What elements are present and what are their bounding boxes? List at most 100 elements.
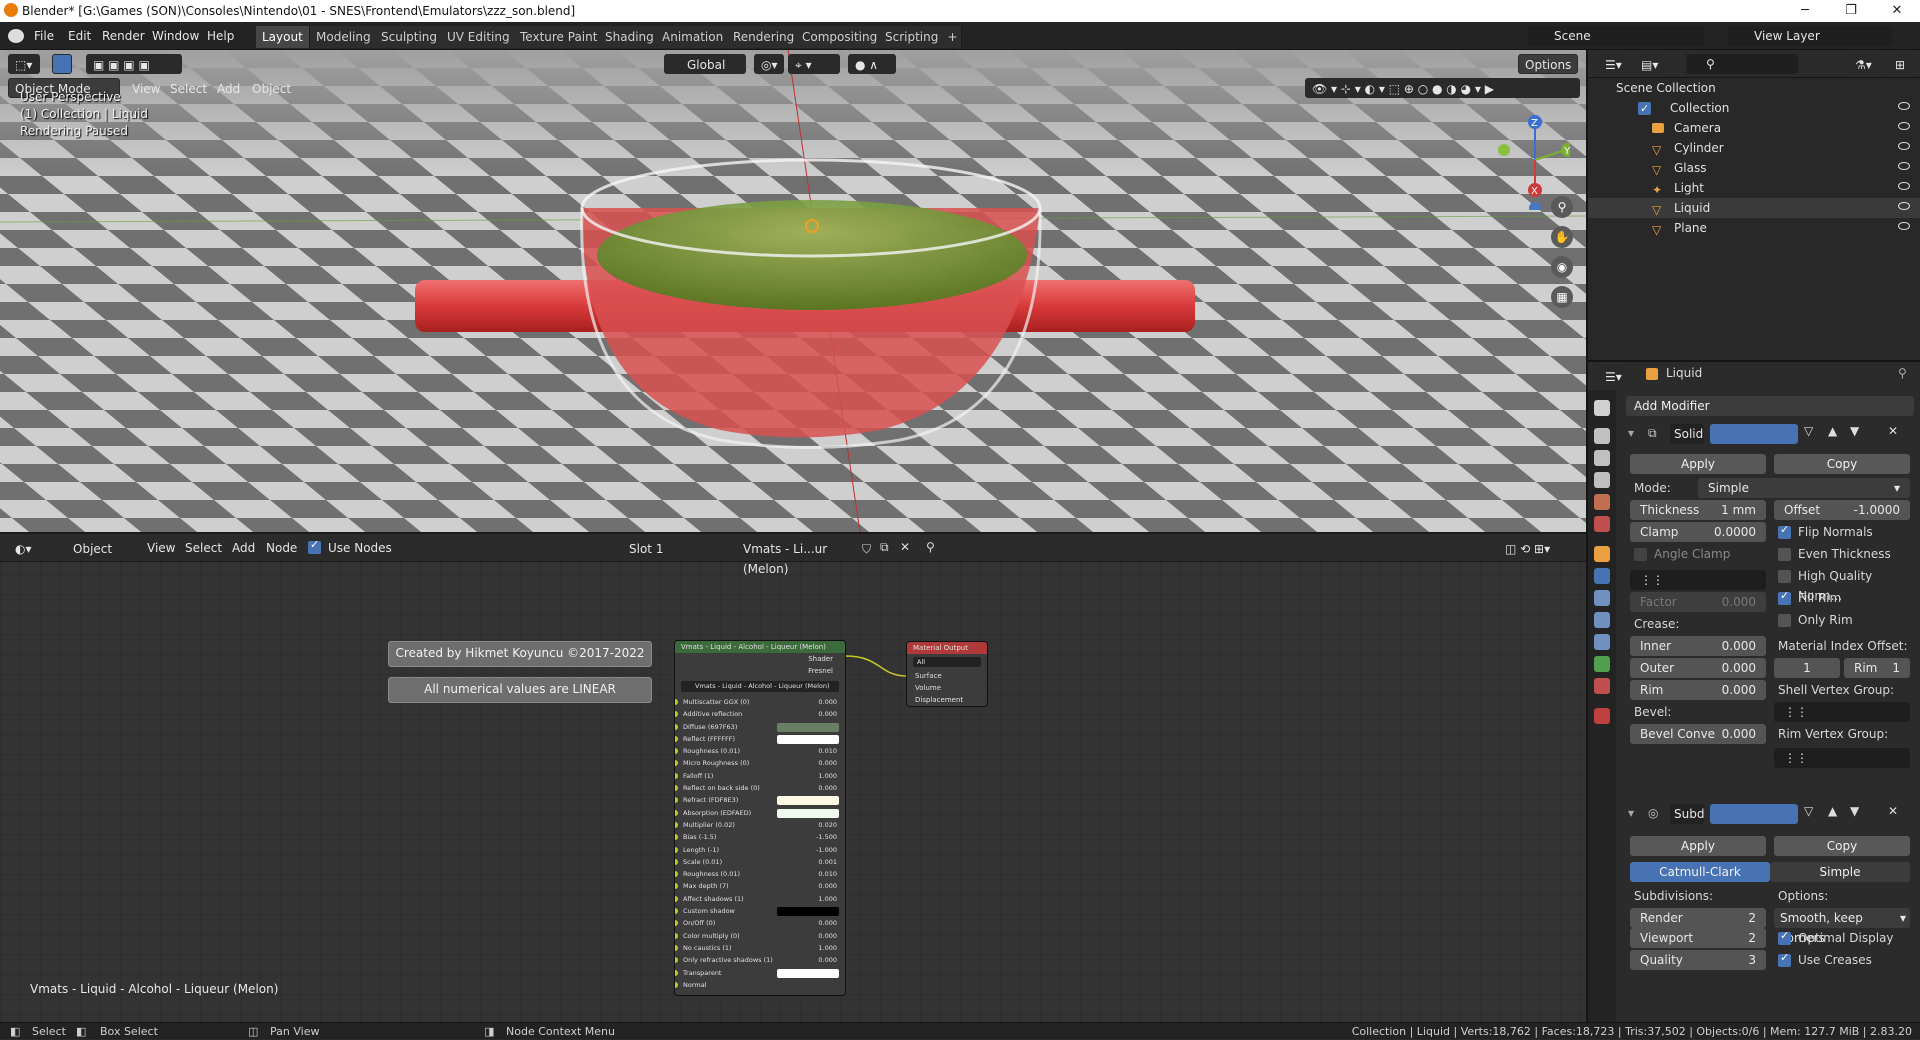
scene-selector[interactable]: Scene — [1528, 26, 1704, 46]
outliner-item-light[interactable]: ✦ Light — [1588, 178, 1920, 198]
node-input-row[interactable]: Transparent — [675, 967, 845, 979]
input-socket[interactable] — [675, 895, 678, 902]
tab-shading[interactable]: Shading — [599, 26, 661, 48]
input-socket[interactable] — [675, 760, 678, 767]
node-input-row[interactable]: Diffuse (697F63) — [675, 721, 845, 733]
data-tab-icon[interactable] — [1594, 656, 1610, 672]
maximize-icon[interactable]: ❐ — [1828, 0, 1874, 22]
node-input-row[interactable]: Scale (0.01) 0.001 — [675, 856, 845, 868]
viewport-menu-view[interactable]: View — [132, 80, 160, 98]
pin-icon[interactable]: ⚲ — [926, 540, 935, 554]
node-input-value[interactable]: 0.000 — [818, 757, 837, 769]
simple-subdivision-button[interactable]: Simple — [1770, 862, 1910, 882]
tab-compositing[interactable]: Compositing — [796, 26, 885, 48]
material-tab-icon[interactable] — [1594, 678, 1610, 694]
inner-crease-field[interactable]: Inner 0.000 — [1630, 636, 1766, 656]
color-swatch[interactable] — [777, 722, 839, 732]
constraints-tab-icon[interactable] — [1594, 634, 1610, 650]
use-nodes-checkbox[interactable] — [308, 538, 321, 554]
node-input-value[interactable]: 0.000 — [818, 930, 837, 942]
material-rim-offset-field[interactable]: Rim 1 — [1844, 658, 1910, 678]
node-input-row[interactable]: Reflect (FFFFFF) — [675, 733, 845, 745]
pan-hand-icon[interactable]: ✋ — [1551, 226, 1573, 248]
properties-editor-type-icon[interactable]: ☰▾ — [1598, 366, 1628, 386]
node-input-row[interactable]: Micro Roughness (0) 0.000 — [675, 757, 845, 769]
view-layer-selector[interactable]: View Layer — [1728, 26, 1892, 46]
subsurf-copy-button[interactable]: Copy — [1774, 836, 1910, 856]
eye-icon[interactable] — [1898, 162, 1910, 170]
outliner[interactable]: ☰▾ ▤▾ ⚲ ⚗▾ ⊞ Scene Collection Collection… — [1586, 50, 1920, 360]
outliner-item-liquid[interactable]: ▽ Liquid — [1588, 198, 1920, 218]
blender-menu-icon[interactable] — [8, 29, 24, 43]
viewport-menu-object[interactable]: Object — [252, 80, 291, 98]
node-input-row[interactable]: Reflect on back side (0) 0.000 — [675, 782, 845, 794]
properties-editor[interactable]: ☰▾ Liquid ⚲ Add Modifier ▾ ⧉ Solid ▽ ▲ ▼… — [1586, 360, 1920, 1024]
input-socket[interactable] — [675, 858, 678, 865]
pivot-icon[interactable]: ◎▾ — [754, 54, 784, 74]
node-input-row[interactable]: Additive reflection 0.000 — [675, 708, 845, 720]
bevel-convex-field[interactable]: Bevel Conve 0.000 — [1630, 724, 1766, 744]
node-input-row[interactable]: Roughness (0.01) 0.010 — [675, 745, 845, 757]
menu-file[interactable]: File — [34, 27, 54, 45]
input-socket[interactable] — [675, 883, 678, 890]
tab-modeling[interactable]: Modeling — [310, 26, 378, 48]
tab-layout[interactable]: Layout — [256, 26, 310, 48]
slot-selector[interactable]: Slot 1 — [622, 538, 700, 558]
zoom-icon[interactable]: ⚲ — [1551, 196, 1573, 218]
viewport-menu-select[interactable]: Select — [170, 80, 207, 98]
tool-tab-icon[interactable] — [1594, 400, 1610, 416]
node-input-value[interactable]: 0.000 — [818, 880, 837, 892]
outliner-collection[interactable]: Collection — [1588, 98, 1920, 119]
node-input-row[interactable]: Multiscatter GGX (0) 0.000 — [675, 696, 845, 708]
remove-modifier-icon[interactable]: ✕ — [1888, 804, 1898, 818]
world-tab-icon[interactable] — [1594, 516, 1610, 532]
move-down-icon[interactable]: ▼ — [1850, 424, 1859, 438]
add-workspace-icon[interactable]: + — [944, 26, 962, 48]
input-socket[interactable] — [675, 797, 678, 804]
close-icon[interactable]: ✕ — [1874, 0, 1920, 22]
eye-icon[interactable] — [1898, 202, 1910, 210]
node-header-right-tools[interactable]: ◫ ⟲ ⊞▾ — [1498, 538, 1578, 558]
node-input-value[interactable]: 0.020 — [818, 819, 837, 831]
output-target-selector[interactable]: All — [913, 657, 981, 667]
eye-icon[interactable] — [1898, 142, 1910, 150]
linear-note-frame[interactable]: All numerical values are LINEAR — [388, 677, 652, 703]
outliner-item-camera[interactable]: Camera — [1588, 118, 1920, 138]
vertex-group-field[interactable]: ⋮⋮ — [1630, 570, 1766, 590]
subsurf-modifier-header[interactable]: ▾ ◎ Subd ▽ ▲ ▼ ✕ — [1628, 802, 1908, 826]
node-input-value[interactable]: 1.000 — [818, 893, 837, 905]
filter-icon[interactable]: ⚗▾ — [1848, 54, 1882, 74]
node-input-row[interactable]: On/Off (0) 0.000 — [675, 917, 845, 929]
scene-tab-icon[interactable] — [1594, 494, 1610, 510]
move-up-icon[interactable]: ▲ — [1828, 804, 1837, 818]
color-swatch[interactable] — [777, 968, 839, 978]
input-socket[interactable] — [675, 846, 678, 853]
new-collection-icon[interactable]: ⊞ — [1890, 54, 1912, 74]
shader-type-selector[interactable]: Object — [46, 538, 132, 558]
input-socket[interactable] — [675, 981, 678, 988]
select-mode-icons[interactable]: ▣ ▣ ▣ ▣ — [86, 54, 182, 74]
node-menu-node[interactable]: Node — [266, 539, 297, 557]
color-swatch[interactable] — [777, 734, 839, 744]
node-input-row[interactable]: Roughness (0.01) 0.010 — [675, 868, 845, 880]
input-socket[interactable] — [675, 772, 678, 779]
node-input-row[interactable]: No caustics (1) 1.000 — [675, 942, 845, 954]
material-offset-field[interactable]: 1 — [1774, 658, 1840, 678]
input-socket[interactable] — [675, 932, 678, 939]
outliner-item-cylinder[interactable]: ▽ Cylinder — [1588, 138, 1920, 158]
tab-uv-editing[interactable]: UV Editing — [441, 26, 517, 48]
particles-tab-icon[interactable] — [1594, 590, 1610, 606]
node-input-value[interactable]: 0.001 — [818, 856, 837, 868]
node-input-value[interactable]: 1.000 — [818, 942, 837, 954]
modifier-visibility-toggles[interactable] — [1710, 424, 1798, 444]
rim-crease-field[interactable]: Rim 0.000 — [1630, 680, 1766, 700]
navigation-gizmo[interactable]: Z Y X — [1490, 110, 1570, 210]
color-swatch[interactable] — [777, 796, 839, 806]
menu-render[interactable]: Render — [102, 27, 145, 45]
move-up-icon[interactable]: ▲ — [1828, 424, 1837, 438]
node-input-row[interactable]: Multiplier (0.02) 0.020 — [675, 819, 845, 831]
input-socket[interactable] — [675, 785, 678, 792]
uv-smooth-dropdown[interactable]: Smooth, keep corners ▾ — [1774, 908, 1910, 945]
shell-vertex-group-field[interactable]: ⋮⋮ — [1774, 702, 1910, 722]
use-creases-checkbox[interactable] — [1778, 951, 1791, 967]
